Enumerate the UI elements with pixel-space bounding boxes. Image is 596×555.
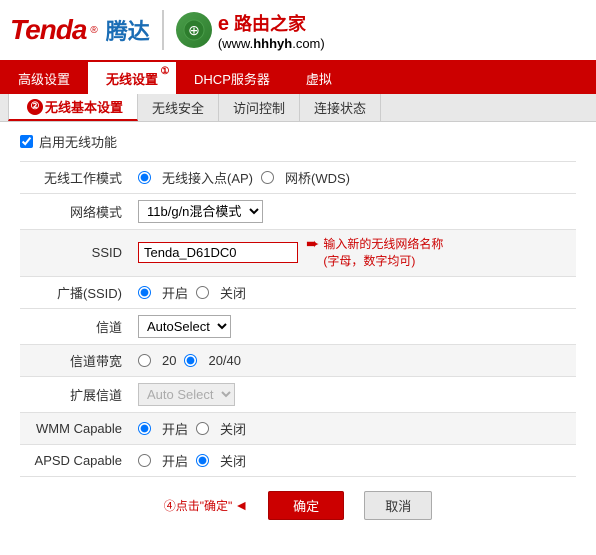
- step4-note: ④点击"确定" ◄: [164, 497, 248, 514]
- site-name: e 路由之家: [218, 10, 325, 36]
- step4-arrow: ◄: [234, 497, 248, 513]
- apsd-off-label[interactable]: 关闭: [220, 451, 246, 470]
- broadcast-off-radio[interactable]: [196, 286, 209, 299]
- ssid-note-arrow: ➨: [306, 234, 319, 254]
- nav-top: 高级设置 无线设置 ① DHCP服务器 虚拟: [0, 62, 596, 94]
- mode-value-cell: 无线接入点(AP) 网桥(WDS): [130, 162, 576, 194]
- bandwidth-2040-radio[interactable]: [184, 354, 197, 367]
- wmm-label: WMM Capable: [20, 412, 130, 444]
- bandwidth-value-cell: 20 20/40: [130, 344, 576, 376]
- nav-wireless[interactable]: 无线设置 ①: [88, 62, 176, 94]
- apsd-row: APSD Capable 开启 关闭: [20, 444, 576, 476]
- broadcast-label: 广播(SSID): [20, 276, 130, 308]
- bandwidth-20-label[interactable]: 20: [162, 353, 176, 368]
- site-logo: ⊕ e 路由之家 (www.hhhyh.com): [176, 10, 325, 51]
- network-mode-row: 网络模式 11b/g/n混合模式 11b模式 11g模式 11n模式: [20, 194, 576, 230]
- enable-wireless-label[interactable]: 启用无线功能: [39, 132, 117, 151]
- enable-wireless-checkbox[interactable]: [20, 135, 33, 148]
- mode-ap-radio[interactable]: [138, 171, 151, 184]
- broadcast-value-cell: 开启 关闭: [130, 276, 576, 308]
- brand-chinese: 腾达: [106, 14, 150, 46]
- nav-sub-access[interactable]: 访问控制: [219, 94, 300, 121]
- content-area: 启用无线功能 无线工作模式 无线接入点(AP) 网桥(WDS) 网络模式 11b…: [0, 122, 596, 530]
- ssid-note: ➨ 输入新的无线网络名称 (字母，数字均可): [306, 236, 443, 270]
- brand-name: Tenda: [10, 14, 86, 46]
- site-text: e 路由之家 (www.hhhyh.com): [218, 10, 325, 51]
- ext-channel-select[interactable]: Auto Select: [138, 383, 235, 406]
- apsd-on-radio[interactable]: [138, 454, 151, 467]
- router-icon: ⊕: [176, 12, 212, 48]
- nav-sub-security[interactable]: 无线安全: [138, 94, 219, 121]
- nav-dhcp[interactable]: DHCP服务器: [176, 62, 288, 94]
- network-mode-label: 网络模式: [20, 194, 130, 230]
- logo-left: Tenda ® 腾达: [10, 14, 150, 46]
- mode-wds-label[interactable]: 网桥(WDS): [285, 168, 350, 187]
- site-name-label: 路由之家: [234, 14, 306, 34]
- settings-table: 无线工作模式 无线接入点(AP) 网桥(WDS) 网络模式 11b/g/n混合模…: [20, 161, 576, 477]
- brand-reg: ®: [90, 25, 97, 36]
- mode-label: 无线工作模式: [20, 162, 130, 194]
- wmm-off-label[interactable]: 关闭: [220, 419, 246, 438]
- broadcast-row: 广播(SSID) 开启 关闭: [20, 276, 576, 308]
- nav-sub: ② 无线基本设置 无线安全 访问控制 连接状态: [0, 94, 596, 122]
- enable-row: 启用无线功能: [20, 132, 576, 151]
- nav-sub-status[interactable]: 连接状态: [300, 94, 381, 121]
- bandwidth-2040-label[interactable]: 20/40: [208, 353, 241, 368]
- confirm-button[interactable]: 确定: [268, 491, 344, 520]
- nav-virtual[interactable]: 虚拟: [288, 62, 350, 94]
- ssid-label: SSID: [20, 230, 130, 277]
- nav-sub-basic[interactable]: ② 无线基本设置: [8, 94, 138, 121]
- network-mode-value-cell: 11b/g/n混合模式 11b模式 11g模式 11n模式: [130, 194, 576, 230]
- wmm-on-radio[interactable]: [138, 422, 151, 435]
- mode-ap-label[interactable]: 无线接入点(AP): [162, 168, 253, 187]
- nav-wireless-badge: ①: [158, 64, 172, 78]
- bandwidth-row: 信道带宽 20 20/40: [20, 344, 576, 376]
- wmm-on-label[interactable]: 开启: [162, 419, 188, 438]
- ext-channel-row: 扩展信道 Auto Select: [20, 376, 576, 412]
- step4-text: ④点击"确定": [164, 497, 233, 514]
- broadcast-on-label[interactable]: 开启: [162, 283, 188, 302]
- broadcast-off-label[interactable]: 关闭: [220, 283, 246, 302]
- mode-row: 无线工作模式 无线接入点(AP) 网桥(WDS): [20, 162, 576, 194]
- apsd-on-label[interactable]: 开启: [162, 451, 188, 470]
- apsd-label: APSD Capable: [20, 444, 130, 476]
- button-row: ④点击"确定" ◄ 确定 取消: [20, 491, 576, 520]
- ssid-row: SSID Tenda_D61DC0 ➨ 输入新的无线网络名称 (字母，数字均可): [20, 230, 576, 277]
- network-mode-select[interactable]: 11b/g/n混合模式 11b模式 11g模式 11n模式: [138, 200, 263, 223]
- channel-select[interactable]: AutoSelect 123 456 789 10111213: [138, 315, 231, 338]
- header-divider: [162, 10, 164, 50]
- channel-row: 信道 AutoSelect 123 456 789 10111213: [20, 308, 576, 344]
- svg-text:⊕: ⊕: [188, 22, 200, 38]
- ssid-input[interactable]: Tenda_D61DC0: [138, 242, 298, 263]
- wmm-row: WMM Capable 开启 关闭: [20, 412, 576, 444]
- wmm-off-radio[interactable]: [196, 422, 209, 435]
- broadcast-on-radio[interactable]: [138, 286, 151, 299]
- header: Tenda ® 腾达 ⊕ e 路由之家 (www.hhhyh.com): [0, 0, 596, 62]
- bandwidth-label: 信道带宽: [20, 344, 130, 376]
- site-name-icon: e: [218, 13, 229, 35]
- site-url: (www.hhhyh.com): [218, 36, 325, 51]
- wmm-value-cell: 开启 关闭: [130, 412, 576, 444]
- sub-basic-badge: ②: [27, 99, 43, 115]
- nav-advanced[interactable]: 高级设置: [0, 62, 88, 94]
- apsd-off-radio[interactable]: [196, 454, 209, 467]
- ssid-value-cell: Tenda_D61DC0 ➨ 输入新的无线网络名称 (字母，数字均可): [130, 230, 576, 277]
- channel-value-cell: AutoSelect 123 456 789 10111213: [130, 308, 576, 344]
- ext-channel-value-cell: Auto Select: [130, 376, 576, 412]
- apsd-value-cell: 开启 关闭: [130, 444, 576, 476]
- ext-channel-label: 扩展信道: [20, 376, 130, 412]
- cancel-button[interactable]: 取消: [364, 491, 432, 520]
- ssid-note-text: 输入新的无线网络名称 (字母，数字均可): [323, 236, 443, 270]
- channel-label: 信道: [20, 308, 130, 344]
- mode-wds-radio[interactable]: [261, 171, 274, 184]
- bandwidth-20-radio[interactable]: [138, 354, 151, 367]
